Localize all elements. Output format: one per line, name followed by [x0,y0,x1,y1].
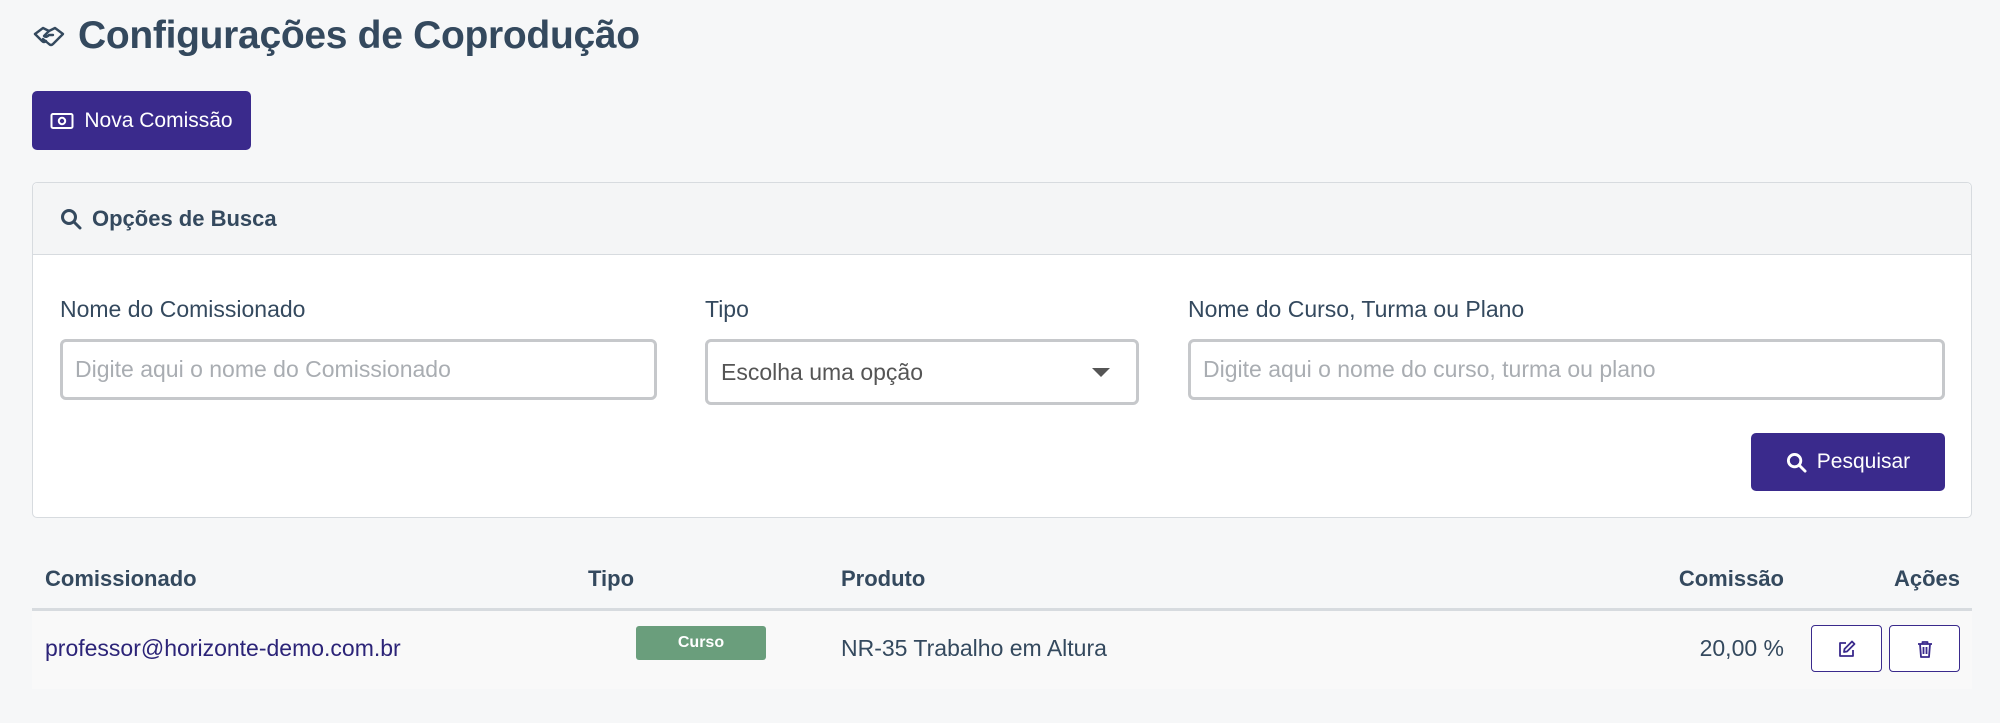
edit-icon [1838,640,1855,657]
search-button[interactable]: Pesquisar [1751,433,1945,491]
column-header-comissionado: Comissionado [45,566,197,591]
produto-label: Nome do Curso, Turma ou Plano [1188,296,1525,322]
tipo-badge: Curso [636,626,766,660]
produto-search-input[interactable] [1188,339,1945,400]
column-header-produto: Produto [841,566,926,591]
table-row: professor@horizonte-demo.com.br Curso NR… [32,611,1972,689]
commissions-table: Comissionado Tipo Produto Comissão Ações… [32,548,1972,689]
delete-button[interactable] [1889,625,1960,672]
tipo-select-value: Escolha uma opção [721,358,924,385]
edit-button[interactable] [1811,625,1882,672]
produto-cell: NR-35 Trabalho em Altura [841,635,1107,661]
handshake-icon [33,26,65,47]
new-commission-label: Nova Comissão [84,108,233,132]
column-header-acoes: Ações [1893,566,1960,591]
page-header: Configurações de Coprodução [32,14,640,58]
column-header-comissao: Comissão [1678,566,1784,591]
table-header: Comissionado Tipo Produto Comissão Ações [32,548,1972,611]
tipo-select[interactable]: Escolha uma opção [705,339,1139,405]
money-bill-icon [50,112,74,129]
search-card-title: Opções de Busca [92,205,277,231]
chevron-down-icon [1092,367,1110,377]
search-icon [1786,452,1807,473]
page-title: Configurações de Coprodução [78,14,640,57]
search-card-header: Opções de Busca [33,183,1971,255]
trash-icon [1917,640,1932,658]
column-header-tipo: Tipo [588,566,635,591]
comissionado-link[interactable]: professor@horizonte-demo.com.br [45,635,401,662]
comissao-cell: 20,00 % [1699,635,1784,661]
tipo-label: Tipo [705,296,749,322]
comissionado-label: Nome do Comissionado [60,296,306,322]
search-button-label: Pesquisar [1816,450,1911,473]
new-commission-button[interactable]: Nova Comissão [32,91,251,150]
search-options-card: Opções de Busca Nome do Comissionado Tip… [32,182,1972,518]
search-icon [61,208,82,229]
comissionado-search-input[interactable] [60,339,657,400]
